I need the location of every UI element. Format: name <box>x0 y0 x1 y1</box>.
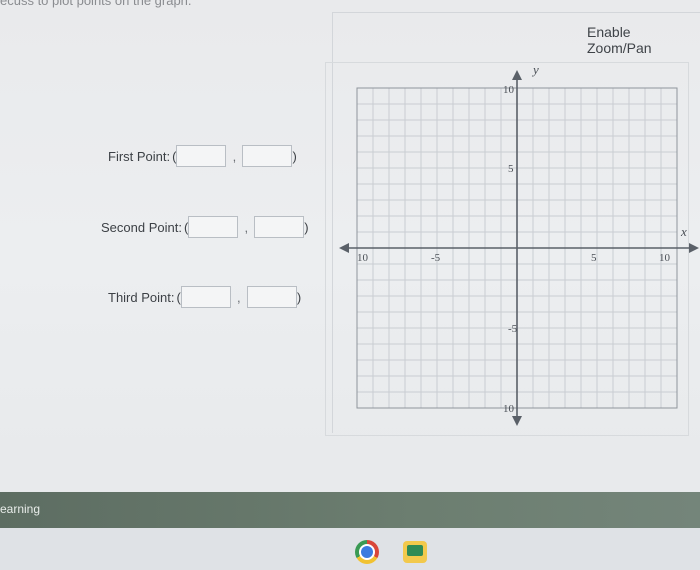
y-tick-label: 5 <box>508 163 514 175</box>
y-axis-label: y <box>531 62 539 77</box>
coordinate-plane[interactable]: 10 -5 5 10 10 5 -5 10 x y <box>0 0 700 570</box>
y-axis-down-arrow <box>512 416 522 426</box>
tick-labels: 10 -5 5 10 10 5 -5 10 <box>357 84 671 415</box>
x-axis-label: x <box>680 224 687 239</box>
y-tick-label: 10 <box>503 403 515 415</box>
x-axis-left-arrow <box>339 243 349 253</box>
x-tick-label: 5 <box>591 252 597 264</box>
x-tick-label: -5 <box>431 252 441 264</box>
x-axis-right-arrow <box>689 243 699 253</box>
x-tick-label: 10 <box>357 252 369 264</box>
y-tick-label: 10 <box>503 84 515 96</box>
classroom-icon[interactable] <box>403 541 427 563</box>
y-axis-up-arrow <box>512 70 522 80</box>
footer-bar: earning <box>0 492 700 528</box>
y-tick-label: -5 <box>508 323 518 335</box>
x-tick-label: 10 <box>659 252 671 264</box>
taskbar <box>0 528 700 570</box>
footer-text: earning <box>0 502 41 516</box>
chrome-icon[interactable] <box>355 540 379 564</box>
